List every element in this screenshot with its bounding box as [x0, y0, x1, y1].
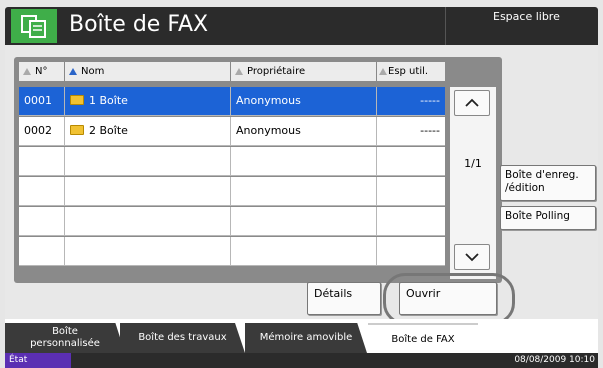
- sort-arrow-icon: [69, 68, 77, 75]
- row-owner: [231, 237, 377, 265]
- box-list-frame: N° Nom Propriétaire Esp util. 0001 1 Boî…: [14, 57, 502, 283]
- content-area: N° Nom Propriétaire Esp util. 0001 1 Boî…: [5, 45, 598, 325]
- status-bar: État 08/08/2009 10:10: [5, 353, 598, 368]
- row-number: 0002: [19, 117, 65, 145]
- row-name-cell: [65, 177, 231, 205]
- row-number: 0001: [19, 87, 65, 115]
- free-space-label: Espace libre: [493, 10, 560, 23]
- sort-arrow-icon: [379, 68, 387, 75]
- row-number: [19, 177, 65, 205]
- title-divider: [445, 7, 446, 45]
- row-number: [19, 237, 65, 265]
- row-space: [377, 207, 445, 235]
- tab-job-box[interactable]: Boîte des travaux: [120, 323, 245, 353]
- row-number: [19, 147, 65, 175]
- row-name-cell: 2 Boîte: [65, 117, 231, 145]
- column-header-number[interactable]: N°: [19, 62, 65, 81]
- tab-removable-memory[interactable]: Mémoire amovible: [245, 323, 367, 353]
- table-row[interactable]: 0002 2 Boîte Anonymous -----: [19, 117, 445, 146]
- open-button[interactable]: Ouvrir: [399, 282, 497, 315]
- table-row[interactable]: [19, 147, 445, 176]
- table-row[interactable]: [19, 207, 445, 236]
- column-label: Propriétaire: [247, 66, 306, 77]
- page-indicator: 1/1: [464, 157, 482, 170]
- row-space: [377, 237, 445, 265]
- title-bar: Boîte de FAX Espace libre: [5, 7, 598, 45]
- screen: Boîte de FAX Espace libre N° Nom Proprié…: [0, 0, 603, 368]
- column-header-name[interactable]: Nom: [65, 62, 231, 81]
- table-header: N° Nom Propriétaire Esp util.: [19, 62, 445, 81]
- column-label: N°: [35, 66, 48, 77]
- row-owner: [231, 147, 377, 175]
- row-space: [377, 177, 445, 205]
- folder-icon: [70, 95, 84, 105]
- polling-box-button[interactable]: Boîte Polling: [500, 206, 596, 230]
- details-button[interactable]: Détails: [307, 282, 381, 315]
- tab-fax-box[interactable]: Boîte de FAX: [368, 323, 478, 355]
- scroll-down-button[interactable]: [454, 244, 490, 270]
- row-owner: [231, 207, 377, 235]
- tab-bar: Boîte personnalisée Boîte des travaux Mé…: [5, 319, 598, 355]
- row-owner: [231, 177, 377, 205]
- date-time: 08/08/2009 10:10: [514, 355, 595, 365]
- column-header-owner[interactable]: Propriétaire: [231, 62, 377, 81]
- column-header-space[interactable]: Esp util.: [377, 62, 445, 81]
- row-owner: Anonymous: [231, 87, 377, 115]
- row-number: [19, 207, 65, 235]
- row-name-cell: [65, 147, 231, 175]
- sort-arrow-icon: [235, 68, 243, 75]
- copy-box-icon: [11, 9, 57, 43]
- row-space: [377, 147, 445, 175]
- table-row[interactable]: [19, 237, 445, 266]
- row-name-cell: [65, 237, 231, 265]
- table-row[interactable]: 0001 1 Boîte Anonymous -----: [19, 87, 445, 116]
- register-edit-box-button[interactable]: Boîte d'enreg. /édition: [500, 165, 596, 201]
- chevron-up-icon: [465, 98, 479, 107]
- column-label: Esp util.: [388, 66, 429, 77]
- row-name-cell: [65, 207, 231, 235]
- row-owner: Anonymous: [231, 117, 377, 145]
- row-space: -----: [420, 124, 440, 137]
- state-button[interactable]: État: [5, 353, 71, 368]
- row-name-cell: 1 Boîte: [65, 87, 231, 115]
- pager-column: 1/1: [450, 87, 496, 279]
- sort-arrow-icon: [23, 68, 31, 75]
- row-name: 1 Boîte: [89, 94, 128, 107]
- tab-custom-box[interactable]: Boîte personnalisée: [5, 323, 125, 353]
- page-title: Boîte de FAX: [69, 12, 209, 37]
- chevron-down-icon: [465, 253, 479, 262]
- row-space: -----: [420, 94, 440, 107]
- folder-icon: [70, 125, 84, 135]
- column-label: Nom: [81, 66, 105, 77]
- table-row[interactable]: [19, 177, 445, 206]
- row-name: 2 Boîte: [89, 124, 128, 137]
- scroll-up-button[interactable]: [454, 90, 490, 116]
